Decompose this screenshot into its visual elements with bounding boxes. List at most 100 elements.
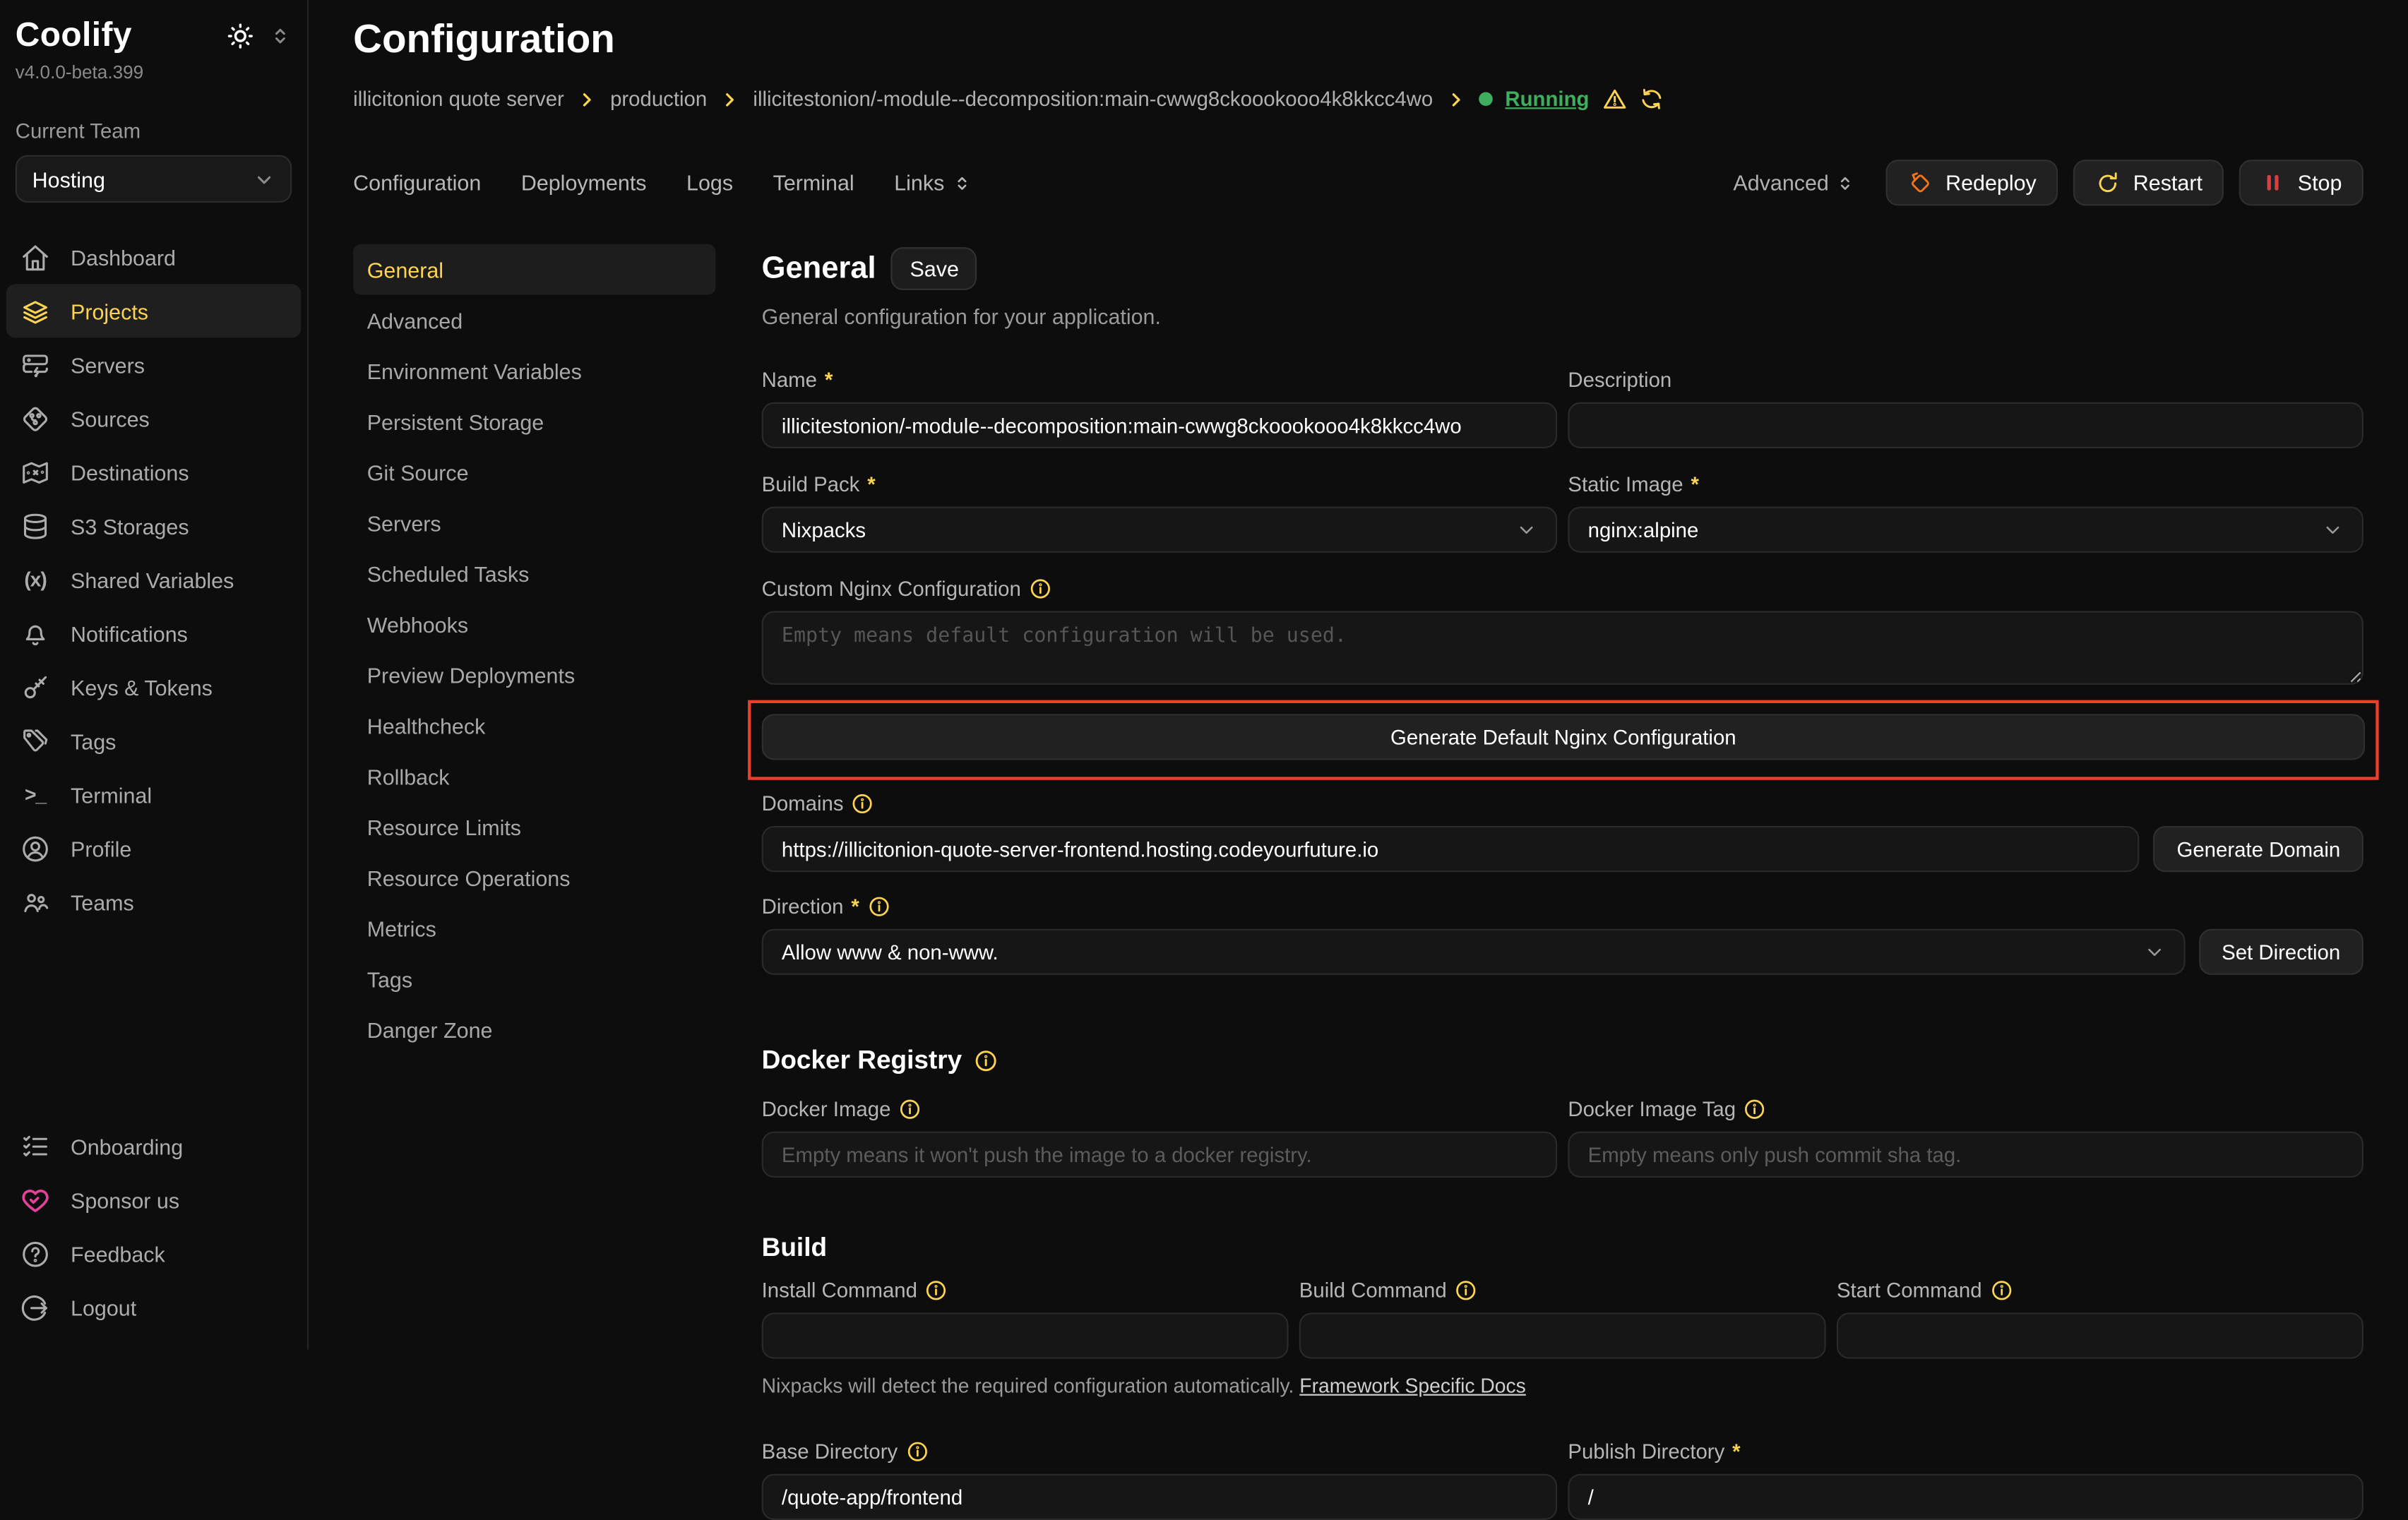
restart-button[interactable]: Restart [2073, 160, 2224, 205]
sidebar-item-destinations[interactable]: Destinations [6, 445, 302, 499]
tab-deployments[interactable]: Deployments [521, 170, 647, 195]
team-select[interactable]: Hosting [16, 155, 292, 203]
info-icon[interactable] [1029, 578, 1052, 601]
config-menu-resource-limits[interactable]: Resource Limits [353, 801, 715, 852]
config-menu-webhooks[interactable]: Webhooks [353, 599, 715, 650]
nginx-config-textarea[interactable] [762, 611, 2364, 685]
sidebar-item-dashboard[interactable]: Dashboard [6, 230, 302, 284]
nixpacks-note: Nixpacks will detect the required config… [762, 1374, 1294, 1397]
publish-directory-input[interactable] [1568, 1474, 2363, 1520]
required-asterisk: * [851, 895, 859, 918]
generate-nginx-config-button[interactable]: Generate Default Nginx Configuration [762, 714, 2365, 760]
sidebar: Coolify v4.0.0-beta.399 Current Team Hos… [0, 0, 309, 1350]
terminal-icon: >_ [20, 783, 50, 806]
config-menu-servers[interactable]: Servers [353, 498, 715, 549]
sidebar-item-sponsor-us[interactable]: Sponsor us [6, 1173, 302, 1226]
domains-input[interactable] [762, 826, 2140, 872]
tab-links[interactable]: Links [894, 170, 972, 195]
tag-icon [20, 726, 50, 756]
map-icon [20, 457, 50, 487]
breadcrumb-project[interactable]: illicitonion quote server [353, 88, 564, 111]
highlight-box: Generate Default Nginx Configuration [748, 700, 2379, 780]
config-menu-metrics[interactable]: Metrics [353, 903, 715, 954]
info-icon[interactable] [1989, 1279, 2013, 1303]
redeploy-button[interactable]: Redeploy [1885, 160, 2058, 205]
sidebar-item-onboarding[interactable]: Onboarding [6, 1119, 302, 1173]
sidebar-item-terminal[interactable]: >_ Terminal [6, 767, 302, 821]
sidebar-item-label: Servers [71, 352, 145, 377]
restart-icon [2094, 169, 2121, 196]
description-input[interactable] [1568, 402, 2363, 448]
config-menu-preview-deployments[interactable]: Preview Deployments [353, 650, 715, 700]
direction-select[interactable]: Allow www & non-www. [762, 929, 2185, 975]
base-directory-input[interactable] [762, 1474, 1557, 1520]
sidebar-item-projects[interactable]: Projects [6, 284, 302, 337]
theme-chevron-updown-icon[interactable] [269, 24, 292, 47]
save-button[interactable]: Save [891, 247, 977, 290]
build-pack-select[interactable]: Nixpacks [762, 507, 1557, 553]
tab-terminal[interactable]: Terminal [773, 170, 854, 195]
sync-icon[interactable] [1638, 86, 1664, 112]
tab-configuration[interactable]: Configuration [353, 170, 481, 195]
info-icon[interactable] [925, 1279, 948, 1303]
sidebar-item-label: Feedback [71, 1241, 165, 1266]
chevron-down-icon [2143, 941, 2164, 962]
sidebar-item-sources[interactable]: Sources [6, 392, 302, 445]
config-menu-scheduled-tasks[interactable]: Scheduled Tasks [353, 548, 715, 599]
sidebar-item-notifications[interactable]: Notifications [6, 606, 302, 660]
config-menu-advanced[interactable]: Advanced [353, 295, 715, 346]
breadcrumb-application[interactable]: illicitestonion/-module--decomposition:m… [753, 88, 1433, 111]
config-menu-general[interactable]: General [353, 244, 715, 295]
build-command-input[interactable] [1299, 1312, 1826, 1358]
config-menu-resource-operations[interactable]: Resource Operations [353, 852, 715, 903]
config-menu-environment-variables[interactable]: Environment Variables [353, 345, 715, 396]
config-menu-healthcheck[interactable]: Healthcheck [353, 700, 715, 751]
chevron-right-icon [578, 90, 596, 108]
sidebar-item-profile[interactable]: Profile [6, 821, 302, 875]
direction-value: Allow www & non-www. [782, 940, 999, 964]
config-menu-git-source[interactable]: Git Source [353, 447, 715, 498]
build-pack-value: Nixpacks [782, 518, 866, 541]
current-team-label: Current Team [0, 120, 307, 143]
config-menu-danger-zone[interactable]: Danger Zone [353, 1004, 715, 1055]
info-icon[interactable] [1744, 1098, 1767, 1121]
stop-button[interactable]: Stop [2239, 160, 2364, 205]
config-menu-rollback[interactable]: Rollback [353, 750, 715, 801]
sidebar-item-logout[interactable]: Logout [6, 1281, 302, 1334]
docker-image-tag-input[interactable] [1568, 1132, 2363, 1178]
theme-sun-icon[interactable] [226, 20, 255, 49]
status-badge[interactable]: Running [1505, 88, 1589, 111]
tab-logs[interactable]: Logs [686, 170, 733, 195]
sidebar-item-keys-tokens[interactable]: Keys & Tokens [6, 660, 302, 714]
advanced-dropdown[interactable]: Advanced [1733, 170, 1854, 195]
info-icon[interactable] [1455, 1279, 1478, 1303]
sidebar-item-tags[interactable]: Tags [6, 714, 302, 767]
static-image-select[interactable]: nginx:alpine [1568, 507, 2363, 553]
sidebar-item-servers[interactable]: Servers [6, 337, 302, 391]
sidebar-item-s3-storages[interactable]: S3 Storages [6, 499, 302, 553]
breadcrumb-environment[interactable]: production [610, 88, 707, 111]
info-icon[interactable] [974, 1048, 999, 1073]
sidebar-nav: Dashboard Projects Servers Sources Desti… [0, 230, 307, 928]
name-label: Name [762, 369, 817, 392]
sidebar-item-label: Logout [71, 1295, 136, 1319]
info-icon[interactable] [867, 895, 890, 918]
sidebar-item-feedback[interactable]: Feedback [6, 1227, 302, 1281]
warning-icon[interactable] [1602, 86, 1628, 112]
info-icon[interactable] [851, 792, 874, 815]
redeploy-label: Redeploy [1945, 170, 2037, 195]
sidebar-item-teams[interactable]: Teams [6, 875, 302, 929]
install-command-input[interactable] [762, 1312, 1289, 1358]
config-menu-persistent-storage[interactable]: Persistent Storage [353, 396, 715, 447]
name-input[interactable] [762, 402, 1557, 448]
generate-domain-button[interactable]: Generate Domain [2154, 826, 2364, 872]
framework-docs-link[interactable]: Framework Specific Docs [1299, 1374, 1525, 1397]
docker-image-input[interactable] [762, 1132, 1557, 1178]
sidebar-item-shared-variables[interactable]: (x) Shared Variables [6, 553, 302, 606]
info-icon[interactable] [905, 1440, 929, 1464]
config-menu-tags[interactable]: Tags [353, 953, 715, 1004]
general-form: General Save General configuration for y… [762, 244, 2364, 1520]
start-command-input[interactable] [1837, 1312, 2364, 1358]
info-icon[interactable] [898, 1098, 922, 1121]
set-direction-button[interactable]: Set Direction [2199, 929, 2364, 975]
